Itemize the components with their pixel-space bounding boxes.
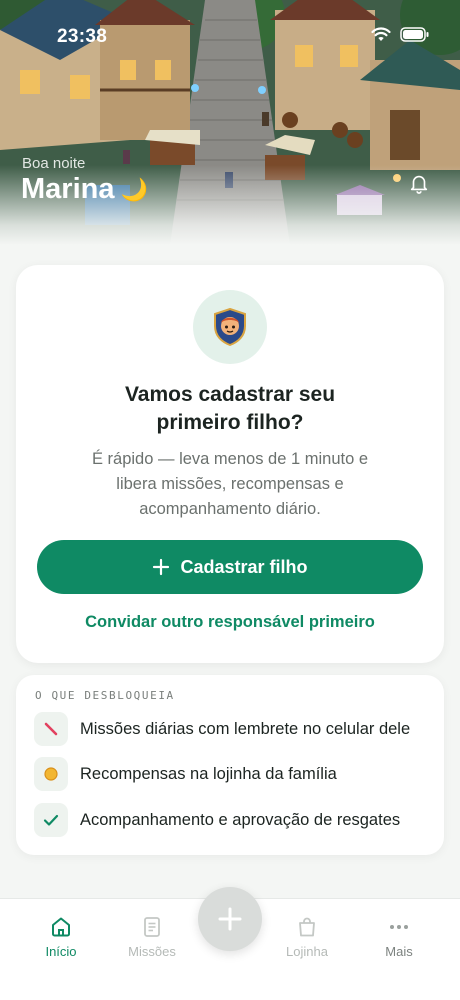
battery-icon xyxy=(400,27,429,42)
check-icon xyxy=(34,803,68,837)
wifi-icon xyxy=(371,27,391,41)
more-icon xyxy=(390,925,408,929)
hero-banner: 23:38 Boa noite Marina 🌙 xyxy=(0,0,460,245)
add-fab-button[interactable] xyxy=(198,887,262,951)
nav-item-shop[interactable]: Lojinha xyxy=(267,915,347,959)
unlock-item-missions: Missões diárias com lembrete no celular … xyxy=(34,711,434,747)
user-name-label: Marina xyxy=(21,173,115,205)
coin-icon xyxy=(34,757,68,791)
unlock-item-label: Recompensas na lojinha da família xyxy=(80,764,337,783)
nav-item-label: Lojinha xyxy=(286,944,328,959)
status-icons xyxy=(371,27,430,42)
nav-item-label: Início xyxy=(45,944,77,959)
nav-item-home[interactable]: Início xyxy=(21,915,101,959)
onboarding-title: Vamos cadastrar seu primeiro filho? xyxy=(124,383,336,434)
unlock-item-rewards: Recompensas na lojinha da família xyxy=(34,756,434,792)
pencil-icon xyxy=(34,712,68,746)
unlock-item-label: Missões diárias com lembrete no celular … xyxy=(80,719,411,738)
nav-item-missions[interactable]: Missões xyxy=(112,915,192,959)
add-child-button-label: Cadastrar filho xyxy=(180,556,308,577)
invite-guardian-link[interactable]: Convidar outro responsável primeiro xyxy=(16,613,444,632)
onboarding-card: Vamos cadastrar seu primeiro filho? É rá… xyxy=(16,265,444,663)
shopping-bag-icon xyxy=(299,917,315,937)
document-icon xyxy=(144,917,160,937)
bell-icon xyxy=(410,175,428,194)
onboarding-description: É rápido — leva menos de 1 minuto e libe… xyxy=(91,450,369,518)
plus-icon xyxy=(153,558,170,576)
greeting-text: Boa noite xyxy=(22,155,86,172)
unlock-item-tracking: Acompanhamento e aprovação de resgates xyxy=(34,802,434,838)
status-time: 23:38 xyxy=(57,26,108,47)
user-name: Marina 🌙 xyxy=(21,173,148,206)
avatar xyxy=(193,290,267,364)
notifications-button[interactable] xyxy=(408,172,430,199)
nav-item-more[interactable]: Mais xyxy=(359,915,439,959)
plus-icon xyxy=(218,907,242,931)
unlock-item-label: Acompanhamento e aprovação de resgates xyxy=(80,810,401,829)
shield-mascot-icon xyxy=(214,308,246,346)
unlocks-card: O QUE DESBLOQUEIA Missões diárias com le… xyxy=(16,675,444,855)
nav-item-label: Mais xyxy=(385,944,413,959)
add-child-button[interactable]: Cadastrar filho xyxy=(37,540,423,594)
nav-item-label: Missões xyxy=(128,944,176,959)
home-icon xyxy=(52,917,70,937)
moon-icon: 🌙 xyxy=(120,176,148,202)
unlocks-heading: O QUE DESBLOQUEIA xyxy=(35,689,175,702)
